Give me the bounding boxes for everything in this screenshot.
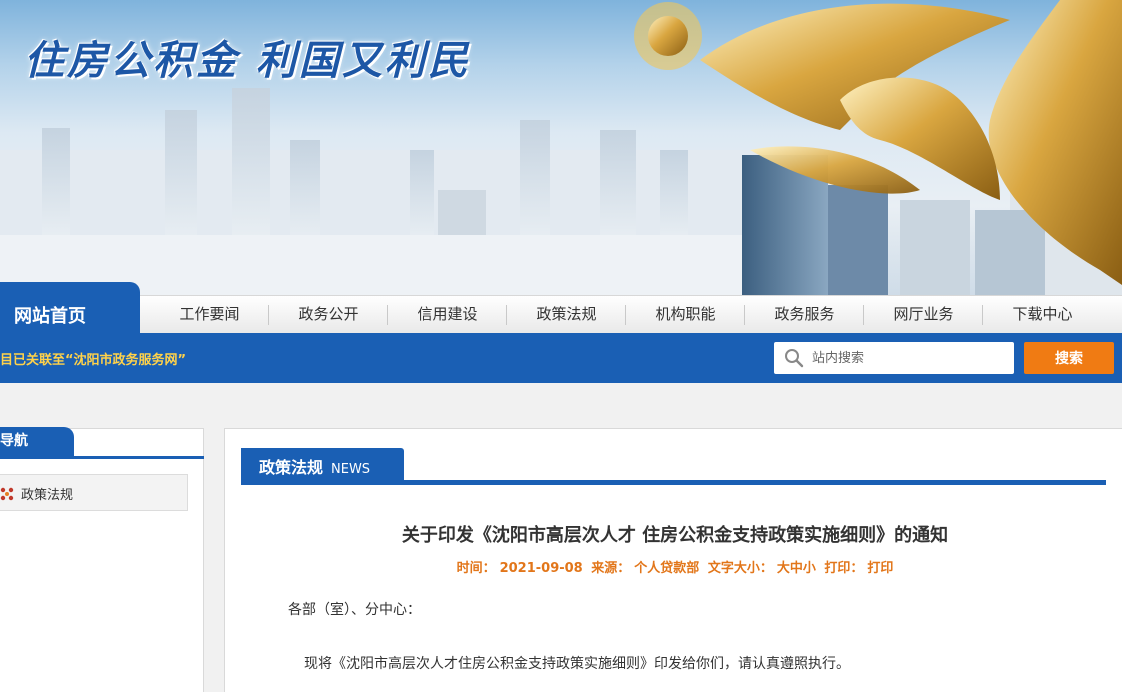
nav-item-downloads[interactable]: 下载中心 [983,296,1102,334]
sidebar-item-policy[interactable]: 政策法规 [0,474,188,511]
sidebar-item-label: 政策法规 [21,488,74,503]
sidebar-header: 站导航 [0,427,204,459]
nav-item-organization[interactable]: 机构职能 [626,296,745,334]
nav-item-government-affairs[interactable]: 政务公开 [269,296,388,334]
search-input[interactable] [812,346,1008,370]
article-meta: 时间： 2021-09-08 来源： 个人贷款部 文字大小： 大中小 打印： 打印 [225,557,1122,576]
banner-slogan: 住房公积金 利国又利民 [24,38,471,84]
section-header: 政策法规 NEWS [241,448,1106,485]
article-salutation: 各部（室）、分中心： [288,602,421,618]
nav-items: 工作要闻 政务公开 信用建设 政策法规 机构职能 政务服务 网厅业务 下载中心 [150,296,1102,334]
nav-item-credit[interactable]: 信用建设 [388,296,507,334]
nav-item-services[interactable]: 政务服务 [745,296,864,334]
main-content: 政策法规 NEWS 关于印发《沈阳市高层次人才 住房公积金支持政策实施细则》的通知… [224,428,1122,692]
publish-date: 2021-09-08 [499,561,583,576]
search-button[interactable]: 搜索 [1024,342,1114,374]
print-link[interactable]: 打印 [867,561,893,576]
info-search-bar: 目已关联至“沈阳市政务服务网” 搜索 [0,333,1122,383]
section-tab: 政策法规 NEWS [241,448,404,480]
page: 住房公积金 利国又利民 工作要闻 政务公开 信用建设 政策法规 机构职能 政务服… [0,0,1122,692]
nav-item-online-hall[interactable]: 网厅业务 [864,296,983,334]
source-label: 来源： [591,561,631,576]
section-subtitle: NEWS [331,462,371,477]
print-label: 打印： [824,561,864,576]
source-value: 个人贷款部 [634,561,700,576]
flower-bullet-icon [0,487,14,501]
main-nav: 工作要闻 政务公开 信用建设 政策法规 机构职能 政务服务 网厅业务 下载中心 [0,295,1122,333]
time-label: 时间： [456,561,496,576]
nav-item-work-news[interactable]: 工作要闻 [150,296,269,334]
search-icon [785,349,804,368]
scrolling-notice[interactable]: 目已关联至“沈阳市政务服务网” [0,349,186,368]
nav-item-home[interactable]: 网站首页 [0,282,140,334]
section-title: 政策法规 [259,458,324,477]
sidebar: 站导航 政策法规 [0,427,204,692]
article-paragraph: 现将《沈阳市高层次人才住房公积金支持政策实施细则》印发给你们，请认真遵照执行。 [304,656,850,672]
font-size-options[interactable]: 大中小 [777,561,816,576]
search-box [774,342,1014,374]
article-title: 关于印发《沈阳市高层次人才 住房公积金支持政策实施细则》的通知 [401,525,949,546]
font-size-label: 文字大小： [707,561,773,576]
nav-item-policy[interactable]: 政策法规 [507,296,626,334]
header-banner: 住房公积金 利国又利民 [0,0,1122,295]
sidebar-title: 站导航 [0,427,74,456]
